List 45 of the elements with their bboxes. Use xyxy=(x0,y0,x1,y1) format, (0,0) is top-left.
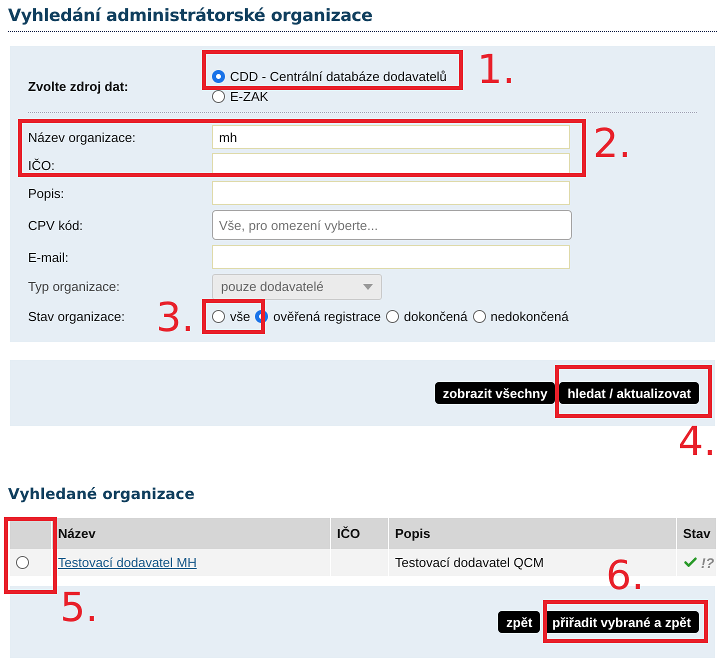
input-field[interactable]: Vše, pro omezení vyberte... xyxy=(212,210,572,240)
option-label: E-ZAK xyxy=(230,88,268,104)
step-number: 4. xyxy=(678,422,716,462)
step-number: 3. xyxy=(156,298,194,338)
radio-button[interactable] xyxy=(386,310,399,322)
field-label: IČO: xyxy=(28,158,56,172)
field-label: Popis: xyxy=(28,186,66,200)
highlight-frame xyxy=(202,299,265,334)
radio-button[interactable] xyxy=(212,70,225,82)
input-field[interactable] xyxy=(212,181,570,205)
step-number: 1. xyxy=(477,50,516,90)
field-label: Typ organizace: xyxy=(28,279,121,294)
page-title: Vyhledání administrátorské organizace xyxy=(8,0,717,32)
status-mark: !? xyxy=(701,554,714,570)
option-label: ověřená registrace xyxy=(273,308,381,324)
field-label: E-mail: xyxy=(28,250,70,264)
radio-button[interactable] xyxy=(16,556,29,569)
action-button[interactable]: hledat / aktualizovat xyxy=(559,382,699,404)
radio-button[interactable] xyxy=(472,310,486,322)
header-cell xyxy=(10,518,51,549)
input-field[interactable]: mh xyxy=(212,125,570,149)
header-cell: IČO xyxy=(331,518,388,549)
step-number: 5. xyxy=(60,588,98,628)
radio-button[interactable] xyxy=(212,90,225,102)
action-button[interactable]: přiřadit vybrané a zpět xyxy=(544,611,699,633)
action-button[interactable]: zobrazit všechny xyxy=(434,382,556,404)
option-label: nedokončená xyxy=(490,308,569,324)
section-title: Vyhledané organizace xyxy=(8,485,196,503)
input-field[interactable] xyxy=(212,245,570,269)
option-label: vše xyxy=(230,308,250,324)
option-label: dokončená xyxy=(404,308,468,324)
caret-icon xyxy=(363,284,373,290)
step-number: 6. xyxy=(606,556,644,596)
field-label: Stav organizace: xyxy=(28,308,126,324)
header-cell: Název xyxy=(52,518,330,549)
radio-button[interactable] xyxy=(212,310,225,322)
field-label: Zvolte zdroj dat: xyxy=(28,78,130,94)
field-label: Název organizace: xyxy=(28,130,137,144)
action-button[interactable]: zpět xyxy=(498,611,540,633)
step-number: 2. xyxy=(593,124,632,164)
header-cell: Stav xyxy=(677,518,716,549)
field-label: CPV kód: xyxy=(28,218,84,232)
header-cell: Popis xyxy=(389,518,676,549)
option-label: CDD - Centrální databáze dodavatelů xyxy=(230,68,447,84)
table-cell: Testovací dodavatel QCM xyxy=(395,555,544,570)
